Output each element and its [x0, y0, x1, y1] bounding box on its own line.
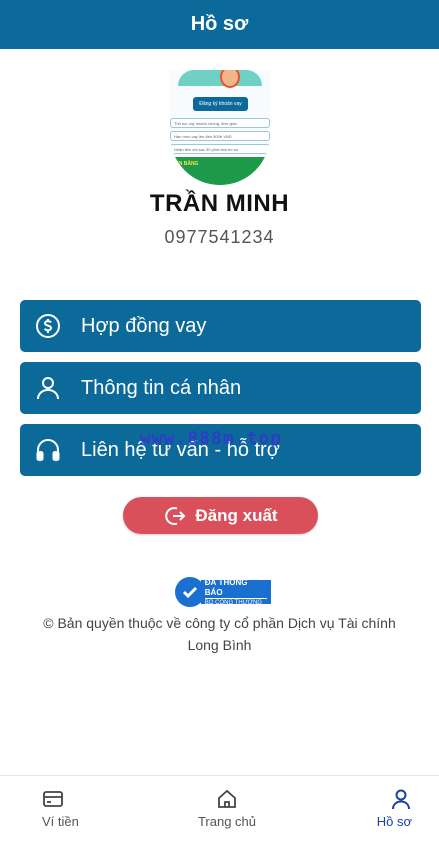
logout-button[interactable]: Đăng xuất — [123, 497, 318, 534]
avatar-mini-button: Đăng ký khoản vay — [193, 97, 248, 111]
nav-item-home[interactable]: Trang chủ — [165, 776, 288, 846]
profile-name: TRẦN MINH — [149, 190, 290, 217]
dollar-circle-icon — [35, 313, 61, 339]
avatar-row: Hạn mức vay lên đến 500tr VND — [170, 131, 270, 141]
nav-item-profile[interactable]: Hồ sơ — [289, 776, 439, 846]
ministry-badge[interactable]: ĐÃ THÔNG BÁO BỘ CÔNG THƯƠNG — [175, 577, 271, 607]
badge-line2: BỘ CÔNG THƯƠNG — [204, 597, 267, 607]
app-header: Hồ sơ — [0, 0, 439, 49]
home-icon — [218, 789, 236, 808]
page-title: Hồ sơ — [190, 13, 249, 35]
nav-item-label: Ví tiền — [42, 814, 79, 829]
user-icon — [35, 375, 61, 401]
menu-item-label: Liên hệ tư vấn - hỗ trợ — [81, 438, 280, 461]
avatar-row: Nhận tiền chỉ sau 30 phút làm hồ sơ — [170, 144, 270, 154]
logout-icon — [165, 506, 186, 525]
menu-item-loan-contract[interactable]: Hợp đồng vay — [20, 300, 421, 352]
menu-item-label: Hợp đồng vay — [81, 314, 207, 337]
badge-line1: ĐÃ THÔNG BÁO — [204, 577, 248, 597]
avatar: Đăng ký khoản vay Thủ tục vay nhanh chón… — [170, 70, 270, 185]
menu-item-label: Thông tin cá nhân — [81, 376, 242, 399]
logout-label: Đăng xuất — [195, 505, 278, 525]
badge-text: ĐÃ THÔNG BÁO BỘ CÔNG THƯƠNG — [200, 577, 271, 607]
user-icon — [391, 789, 410, 810]
avatar-row: Thủ tục vay nhanh chóng, đơn giản — [170, 118, 270, 128]
wallet-icon — [43, 791, 63, 807]
profile-phone: 0977541234 — [164, 227, 275, 247]
headphones-icon — [35, 437, 61, 463]
avatar-banner-bottom: IỂN BẰNG — [170, 157, 270, 185]
avatar-banner-tag: IỂN BẰNG — [174, 161, 199, 167]
nav-item-wallet[interactable]: Ví tiền — [0, 776, 165, 846]
menu-item-support[interactable]: Liên hệ tư vấn - hỗ trợ — [20, 424, 421, 476]
nav-item-label: Trang chủ — [197, 814, 257, 829]
bottom-nav: Ví tiền Trang chủ Hồ sơ — [0, 775, 439, 846]
copyright-text: © Bản quyền thuộc về công ty cổ phần Dịc… — [43, 615, 396, 653]
nav-item-label: Hồ sơ — [376, 814, 412, 829]
menu-item-personal-info[interactable]: Thông tin cá nhân — [20, 362, 421, 414]
